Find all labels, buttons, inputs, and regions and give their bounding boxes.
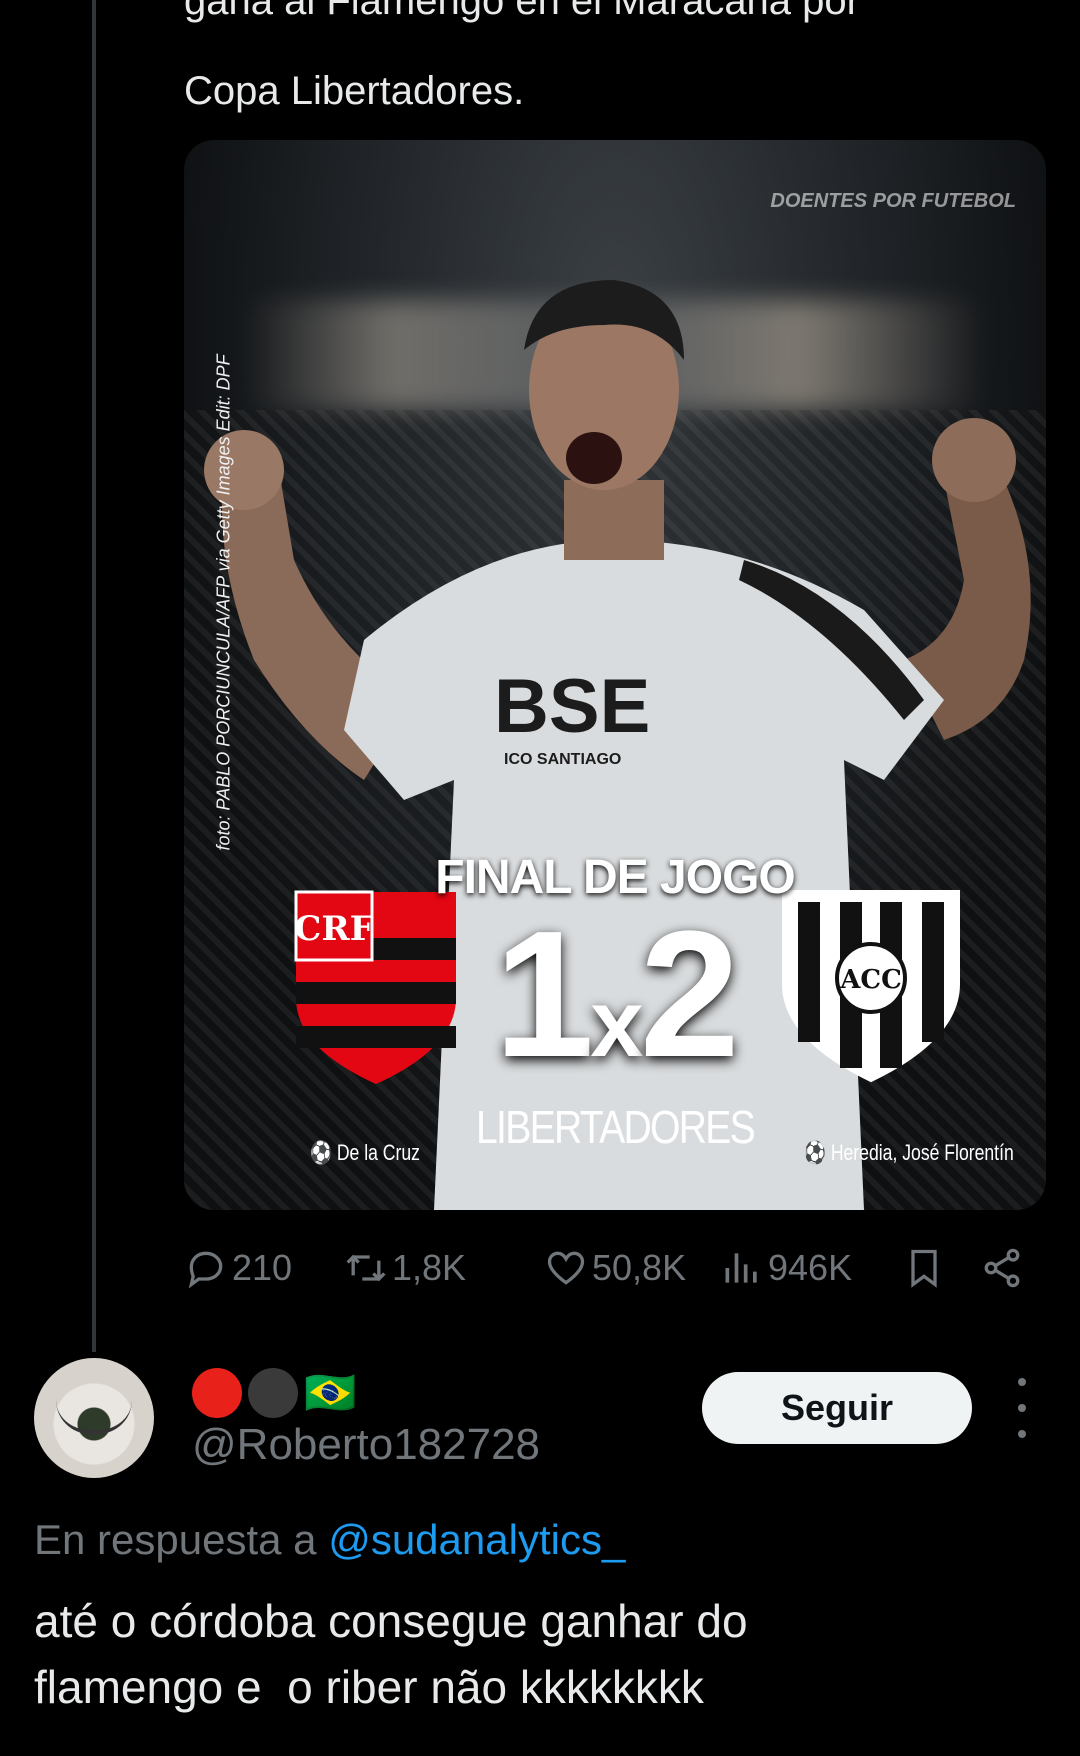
tweet-text-line-2: Copa Libertadores. <box>184 69 525 113</box>
reply-context: En respuesta a @sudanalytics_ <box>34 1516 625 1564</box>
home-scorers-text: De la Cruz <box>336 1140 420 1165</box>
reply-text: até o córdoba consegue ganhar do flameng… <box>34 1588 1054 1720</box>
tweet-media-image[interactable]: BSE ICO SANTIAGO foto: PABLO PORCIUNCULA… <box>184 140 1046 1210</box>
like-count: 50,8K <box>592 1247 687 1288</box>
share-button[interactable] <box>980 1246 1024 1290</box>
repost-icon <box>346 1254 386 1282</box>
reply-button[interactable]: 210 <box>184 1246 292 1290</box>
views-chart-icon <box>725 1253 757 1283</box>
reply-to-mention-link[interactable]: @sudanalytics_ <box>328 1516 625 1563</box>
heart-icon <box>547 1251 585 1285</box>
dpf-watermark: DOENTES POR FUTEBOL <box>770 190 1016 212</box>
reply-text-line-2: flamengo e o riber não kkkkkkkk <box>34 1661 704 1713</box>
repost-count: 1,8K <box>392 1247 467 1288</box>
more-options-icon[interactable] <box>1010 1378 1034 1438</box>
away-scorers: ⚽ Heredia, José Florentín <box>804 1140 1014 1165</box>
red-circle-emoji <box>192 1368 242 1418</box>
match-score: 1x2 <box>184 900 1046 1119</box>
thread-connector-line <box>92 0 96 1352</box>
black-circle-emoji <box>248 1368 298 1418</box>
view-count: 946K <box>768 1247 853 1288</box>
final-de-jogo-label: FINAL DE JOGO <box>435 851 796 904</box>
bookmark-button[interactable] <box>902 1246 946 1290</box>
user-handle[interactable]: @Roberto182728 <box>192 1420 540 1470</box>
bookmark-icon <box>911 1249 937 1288</box>
views-button[interactable]: 946K <box>720 1246 852 1290</box>
watermark-text: DOENTES POR FUTEBOL <box>770 190 1016 212</box>
away-score: 2 <box>639 894 740 1095</box>
away-scorers-text: Heredia, José Florentín <box>830 1140 1014 1165</box>
score-separator: x <box>590 970 643 1077</box>
reply-icon <box>188 1251 223 1289</box>
display-name[interactable]: 🇧🇷 <box>192 1368 356 1418</box>
like-button[interactable]: 50,8K <box>544 1246 686 1290</box>
avatar[interactable] <box>34 1358 154 1478</box>
tweet-action-bar: 210 1,8K 50,8K 946K <box>184 1246 1034 1296</box>
reply-text-line-1: até o córdoba consegue ganhar do <box>34 1595 748 1647</box>
follow-button[interactable]: Seguir <box>702 1372 972 1444</box>
jersey-sponsor-text: BSE <box>494 664 650 749</box>
tweet-text-line-1: gana al Flamengo en el Maracaná por <box>184 0 860 23</box>
home-score: 1 <box>494 894 594 1095</box>
repost-button[interactable]: 1,8K <box>344 1246 466 1290</box>
jersey-sponsor-subtext: ICO SANTIAGO <box>504 751 621 768</box>
photo-credit: foto: PABLO PORCIUNCULA/AFP via Getty Im… <box>213 354 234 851</box>
home-scorers: ⚽ De la Cruz <box>310 1140 420 1165</box>
reply-to-prefix: En respuesta a <box>34 1516 317 1563</box>
share-icon <box>984 1248 1020 1288</box>
avatar-eye-detail <box>56 1400 132 1434</box>
reply-count: 210 <box>232 1247 293 1288</box>
brazil-flag-emoji: 🇧🇷 <box>304 1369 357 1416</box>
